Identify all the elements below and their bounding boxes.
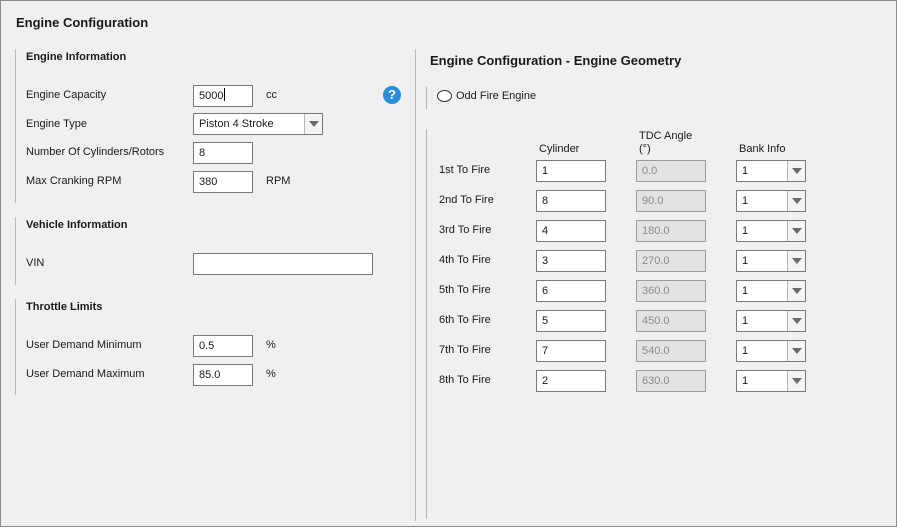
bank-info-dropdown[interactable]: 1 xyxy=(736,220,806,242)
engine-type-label: Engine Type xyxy=(26,118,87,130)
user-demand-max-unit: % xyxy=(266,368,276,380)
tdc-angle-field: 540.0 xyxy=(636,340,706,362)
left-section-divider-3 xyxy=(15,299,16,395)
bank-info-dropdown[interactable]: 1 xyxy=(736,340,806,362)
bank-info-value: 1 xyxy=(742,165,749,177)
engine-configuration-window: Engine Configuration Engine Information … xyxy=(0,0,897,527)
bank-info-value: 1 xyxy=(742,375,749,387)
bank-info-dropdown[interactable]: 1 xyxy=(736,310,806,332)
cylinder-input[interactable]: 3 xyxy=(536,250,606,272)
fire-order-label: 8th To Fire xyxy=(439,374,491,386)
cylinders-label: Number Of Cylinders/Rotors xyxy=(26,146,165,158)
col-header-bank-info: Bank Info xyxy=(739,143,786,155)
cylinder-input[interactable]: 5 xyxy=(536,310,606,332)
cylinder-input[interactable]: 2 xyxy=(536,370,606,392)
user-demand-min-label: User Demand Minimum xyxy=(26,339,142,351)
chevron-down-icon[interactable] xyxy=(787,311,805,331)
bank-info-dropdown[interactable]: 1 xyxy=(736,250,806,272)
text-cursor xyxy=(224,88,226,101)
tdc-angle-field: 180.0 xyxy=(636,220,706,242)
chevron-down-icon[interactable] xyxy=(304,114,322,134)
tdc-angle-field: 0.0 xyxy=(636,160,706,182)
fire-order-label: 7th To Fire xyxy=(439,344,491,356)
engine-capacity-unit: cc xyxy=(266,89,277,101)
user-demand-max-input[interactable]: 85.0 xyxy=(193,364,253,386)
tdc-angle-field: 450.0 xyxy=(636,310,706,332)
fire-order-label: 6th To Fire xyxy=(439,314,491,326)
chevron-down-icon[interactable] xyxy=(787,281,805,301)
bank-info-dropdown[interactable]: 1 xyxy=(736,160,806,182)
user-demand-max-label: User Demand Maximum xyxy=(26,368,145,380)
bank-info-value: 1 xyxy=(742,345,749,357)
help-icon[interactable]: ? xyxy=(383,86,401,104)
cylinder-input[interactable]: 8 xyxy=(536,190,606,212)
engine-info-header: Engine Information xyxy=(26,51,127,63)
engine-capacity-input[interactable]: 5000 xyxy=(193,85,253,107)
col-header-cylinder: Cylinder xyxy=(539,143,580,155)
left-section-divider-1 xyxy=(15,49,16,203)
fire-order-label: 4th To Fire xyxy=(439,254,491,266)
bank-info-dropdown[interactable]: 1 xyxy=(736,280,806,302)
odd-fire-radio[interactable] xyxy=(437,90,452,102)
bank-info-value: 1 xyxy=(742,255,749,267)
cylinder-input[interactable]: 7 xyxy=(536,340,606,362)
engine-capacity-value: 5000 xyxy=(199,90,224,102)
chevron-down-icon[interactable] xyxy=(787,191,805,211)
cylinder-input[interactable]: 1 xyxy=(536,160,606,182)
engine-type-value: Piston 4 Stroke xyxy=(199,118,274,130)
tdc-angle-field: 630.0 xyxy=(636,370,706,392)
fire-order-label: 3rd To Fire xyxy=(439,224,492,236)
chevron-down-icon[interactable] xyxy=(787,341,805,361)
cranking-rpm-input[interactable]: 380 xyxy=(193,171,253,193)
engine-capacity-label: Engine Capacity xyxy=(26,89,107,101)
col-header-tdc-angle: TDC Angle (°) xyxy=(639,130,693,155)
bank-info-dropdown[interactable]: 1 xyxy=(736,370,806,392)
cranking-rpm-label: Max Cranking RPM xyxy=(26,175,122,187)
vehicle-info-header: Vehicle Information xyxy=(26,219,128,231)
fire-order-label: 2nd To Fire xyxy=(439,194,494,206)
tdc-angle-field: 90.0 xyxy=(636,190,706,212)
user-demand-min-input[interactable]: 0.5 xyxy=(193,335,253,357)
geometry-title: Engine Configuration - Engine Geometry xyxy=(430,53,682,68)
bank-info-value: 1 xyxy=(742,225,749,237)
chevron-down-icon[interactable] xyxy=(787,251,805,271)
chevron-down-icon[interactable] xyxy=(787,221,805,241)
odd-fire-label[interactable]: Odd Fire Engine xyxy=(456,90,536,102)
vin-label: VIN xyxy=(26,257,45,269)
cylinder-input[interactable]: 4 xyxy=(536,220,606,242)
bank-info-value: 1 xyxy=(742,285,749,297)
tdc-angle-field: 360.0 xyxy=(636,280,706,302)
vin-input[interactable] xyxy=(193,253,373,275)
window-title: Engine Configuration xyxy=(16,15,149,30)
bank-info-dropdown[interactable]: 1 xyxy=(736,190,806,212)
fire-order-label: 5th To Fire xyxy=(439,284,491,296)
user-demand-min-unit: % xyxy=(266,339,276,351)
engine-type-dropdown[interactable]: Piston 4 Stroke xyxy=(193,113,323,135)
tdc-angle-field: 270.0 xyxy=(636,250,706,272)
left-section-divider-2 xyxy=(15,217,16,285)
throttle-limits-header: Throttle Limits xyxy=(26,301,103,313)
fire-order-label: 1st To Fire xyxy=(439,164,491,176)
chevron-down-icon[interactable] xyxy=(787,371,805,391)
cylinders-input[interactable]: 8 xyxy=(193,142,253,164)
bank-info-value: 1 xyxy=(742,195,749,207)
odd-fire-divider xyxy=(426,87,427,109)
chevron-down-icon[interactable] xyxy=(787,161,805,181)
cylinder-input[interactable]: 6 xyxy=(536,280,606,302)
panel-separator xyxy=(415,49,416,521)
bank-info-value: 1 xyxy=(742,315,749,327)
firing-table-divider xyxy=(426,129,427,519)
cranking-rpm-unit: RPM xyxy=(266,175,291,187)
